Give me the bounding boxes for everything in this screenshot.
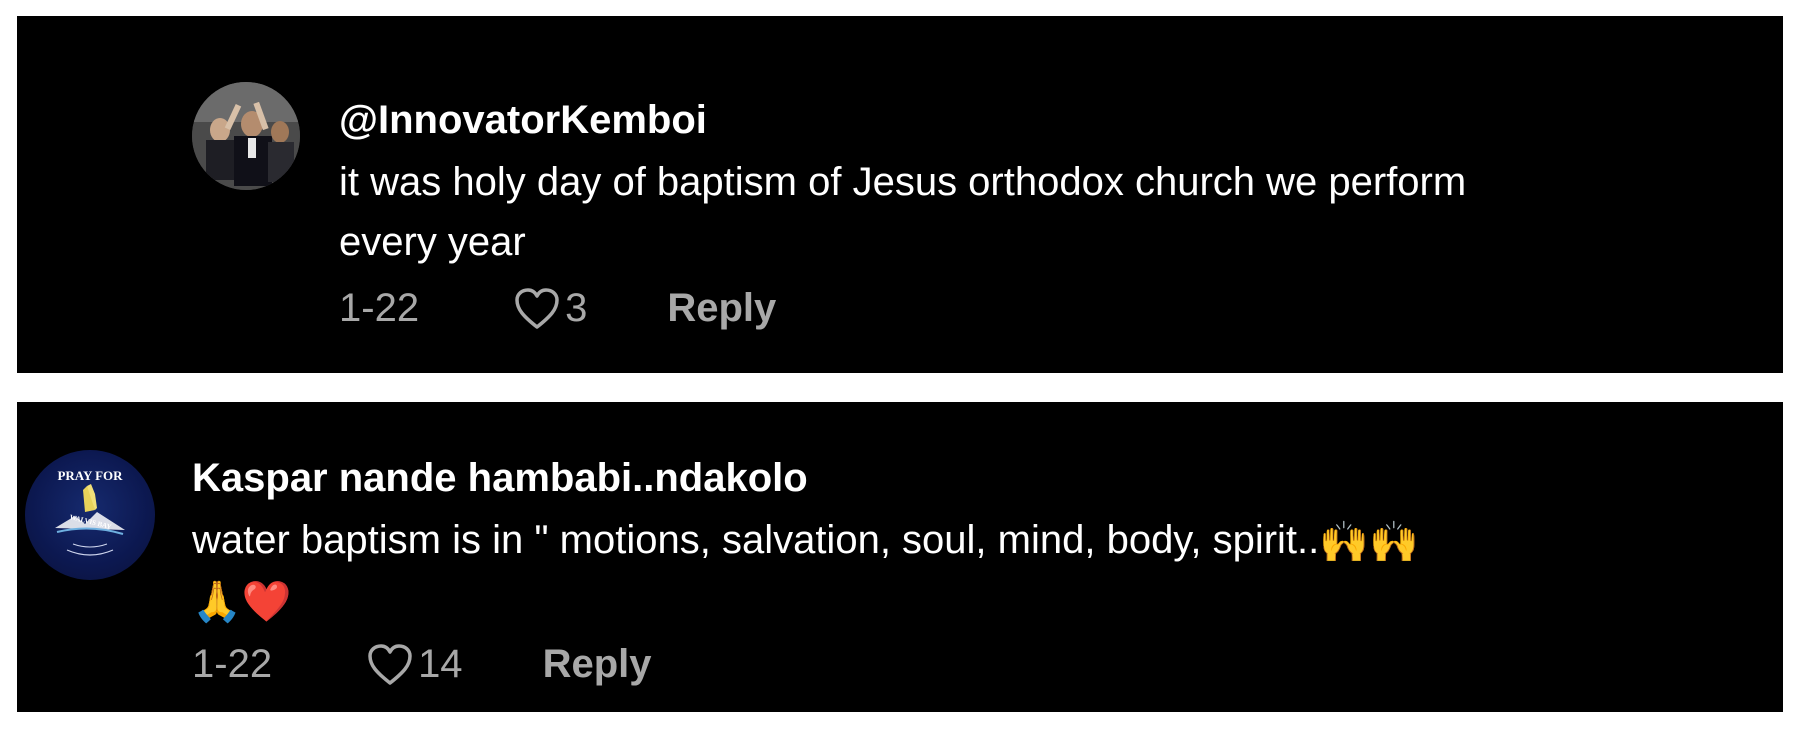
pray-for-walvis-bay-logo-icon: PRAY FOR WALVIS BAY <box>55 468 125 556</box>
avatar-photo-icon <box>192 82 300 190</box>
raised-hands-emoji-icon: 🙌🙌 <box>1319 520 1419 565</box>
comment-text-line: water baptism is in " motions, salvation… <box>192 510 1419 572</box>
avatar[interactable] <box>192 82 300 190</box>
comment-text: water baptism is in " motions, salvation… <box>192 510 1419 632</box>
praying-hands-heart-emoji-icon: 🙏❤️ <box>192 580 292 625</box>
comment-date: 1-22 <box>339 286 420 330</box>
reply-button[interactable]: Reply <box>667 286 776 331</box>
reply-button[interactable]: Reply <box>543 642 652 687</box>
like-button[interactable]: 14 <box>366 642 463 687</box>
avatar[interactable]: PRAY FOR WALVIS BAY <box>25 450 155 580</box>
heart-outline-icon <box>368 643 412 685</box>
avatar-logo-text: PRAY FOR <box>57 468 123 483</box>
comment-meta: 1-22 3 Reply <box>339 286 776 331</box>
heart-outline-icon <box>515 287 559 329</box>
comment-text-line: it was holy day of baptism of Jesus orth… <box>339 160 1467 204</box>
comment-username[interactable]: Kaspar nande hambabi..ndakolo <box>192 456 808 501</box>
comment-date: 1-22 <box>192 642 273 686</box>
comment-text-line: every year <box>339 220 526 264</box>
comment-username[interactable]: @InnovatorKemboi <box>339 98 707 143</box>
comment-text: it was holy day of baptism of Jesus orth… <box>339 152 1466 272</box>
like-count: 14 <box>418 642 463 686</box>
like-count: 3 <box>565 286 588 330</box>
comment-card: @InnovatorKemboi it was holy day of bapt… <box>17 16 1783 373</box>
comment-card: PRAY FOR WALVIS BAY Kaspar nande hambabi… <box>17 402 1783 712</box>
comment-text-segment: water baptism is in " motions, salvation… <box>192 518 1320 562</box>
comment-meta: 1-22 14 Reply <box>192 642 652 687</box>
like-button[interactable]: 3 <box>513 286 587 331</box>
